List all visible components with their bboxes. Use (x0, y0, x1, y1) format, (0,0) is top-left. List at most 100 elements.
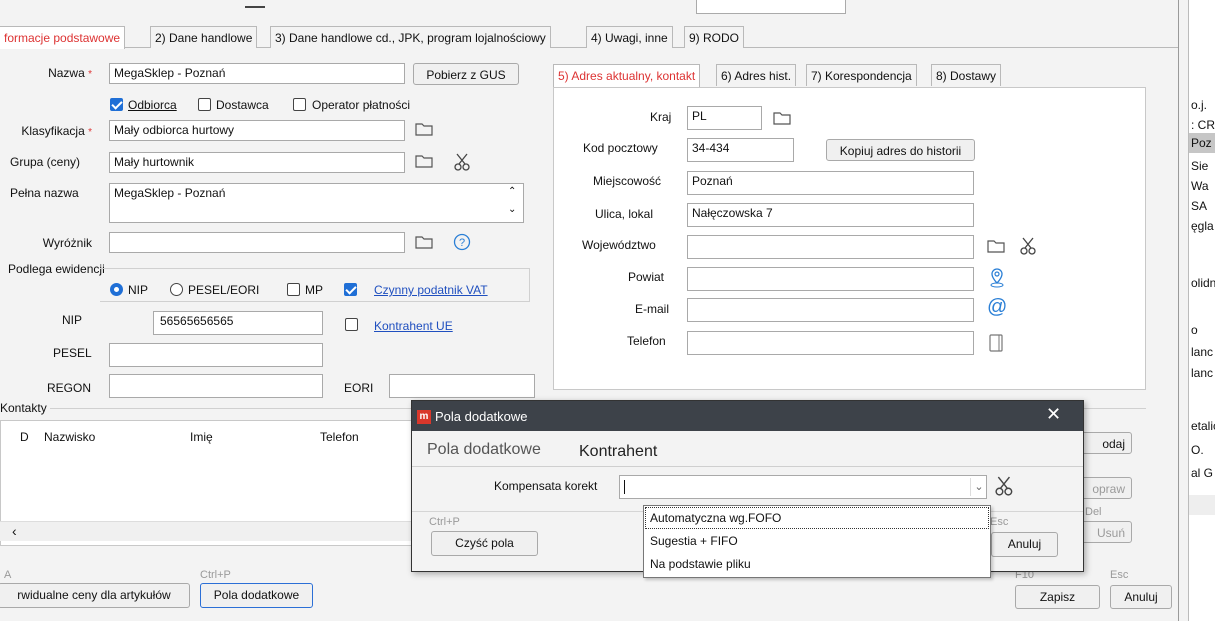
pesel-eori-radio[interactable] (170, 283, 183, 296)
chevron-down-icon[interactable]: ⌄ (970, 478, 987, 496)
right-list-item: etalic (1191, 419, 1215, 433)
kod-pocztowy-field[interactable]: 34-434 (687, 138, 794, 162)
kopiuj-adres-button[interactable]: Kopiuj adres do historii (826, 139, 975, 161)
kontakty-hscroll[interactable] (0, 521, 430, 541)
option-na-podstawie-pliku[interactable]: Na podstawie pliku (645, 554, 989, 576)
top-remnant-line (245, 6, 265, 8)
col-telefon: Telefon (320, 430, 359, 444)
mp-checkbox[interactable] (287, 283, 300, 296)
pobierz-z-gus-button[interactable]: Pobierz z GUS (413, 63, 519, 85)
regon-field[interactable] (109, 374, 323, 398)
tab-dane-handlowe-cd[interactable]: 3) Dane handlowe cd., JPK, program lojal… (270, 26, 551, 48)
at-icon[interactable]: @ (987, 296, 1007, 319)
czynny-vat-link[interactable]: Czynny podatnik VAT (374, 283, 488, 297)
pelna-nazwa-label: Pełna nazwa (10, 186, 79, 200)
miejscowosc-label: Miejscowość (593, 174, 662, 188)
folder-icon[interactable] (415, 234, 433, 250)
zapisz-button[interactable]: Zapisz (1015, 585, 1100, 609)
tab-dostawy[interactable]: 8) Dostawy (931, 64, 1002, 86)
kompensata-label: Kompensata korekt (494, 479, 598, 493)
right-list-item: SA (1191, 199, 1208, 213)
scissors-icon[interactable] (454, 153, 472, 171)
right-list-item: olidn (1191, 276, 1215, 290)
indywidualne-ceny-button[interactable]: rwidualne ceny dla artykułów (0, 583, 190, 608)
kraj-label: Kraj (650, 110, 672, 124)
right-list-item-selected: Poz (1189, 133, 1215, 153)
scissors-icon[interactable] (1020, 237, 1038, 255)
czysc-pola-button[interactable]: Czyść pola (431, 531, 538, 556)
folder-icon[interactable] (987, 238, 1005, 254)
col-nazwisko: Nazwisko (44, 430, 96, 444)
pelna-nazwa-scroll-down[interactable]: ⌄ (508, 204, 516, 215)
kod-pocztowy-label: Kod pocztowy (583, 141, 658, 155)
email-field[interactable] (687, 298, 974, 322)
kontrahent-ue-link[interactable]: Kontrahent UE (374, 319, 453, 333)
operator-checkbox[interactable] (293, 98, 306, 111)
grupa-field[interactable]: Mały hurtownik (109, 152, 405, 173)
dialog-heading-entity: Kontrahent (579, 443, 658, 460)
czynny-vat-checkbox[interactable] (344, 283, 357, 296)
kompensata-select[interactable]: ⌄ (619, 475, 987, 499)
tab-uwagi-inne[interactable]: 4) Uwagi, inne (586, 26, 673, 48)
col-imie: Imię (190, 430, 213, 444)
telefon-field[interactable] (687, 331, 974, 355)
eori-field[interactable] (389, 374, 535, 398)
dialog-anuluj-button[interactable]: Anuluj (991, 532, 1058, 557)
pelna-nazwa-scroll-up[interactable]: ⌃ (508, 186, 516, 197)
anuluj-button[interactable]: Anuluj (1110, 585, 1172, 609)
ulica-lokal-field[interactable]: Nałęczowska 7 (687, 203, 974, 227)
kontrahent-ue-checkbox[interactable] (345, 318, 358, 331)
tab-korespondencja[interactable]: 7) Korespondencja (806, 64, 917, 86)
chevron-left-icon[interactable]: ‹ (12, 523, 17, 539)
kraj-field[interactable]: PL (687, 106, 762, 130)
powiat-field[interactable] (687, 267, 974, 291)
wojewodztwo-field[interactable] (687, 235, 974, 259)
nip-radio-label: NIP (128, 283, 149, 297)
tab-rodo[interactable]: 9) RODO (684, 26, 745, 48)
dialog-heading-section: Pola dodatkowe (427, 441, 541, 458)
dostawca-checkbox[interactable] (198, 98, 211, 111)
pelna-nazwa-field[interactable]: MegaSklep - Poznań (109, 183, 524, 223)
shortcut-a: A (4, 569, 12, 581)
right-list-item: O. (1191, 443, 1204, 457)
klasyfikacja-field[interactable]: Mały odbiorca hurtowy (109, 120, 405, 141)
nazwa-label: Nazwa * (48, 66, 92, 80)
miejscowosc-field[interactable]: Poznań (687, 171, 974, 195)
right-list-item: lanc (1191, 345, 1214, 359)
phone-icon[interactable] (989, 334, 1003, 352)
grupa-label: Grupa (ceny) (10, 155, 81, 169)
right-list-item: o.j. (1191, 98, 1208, 112)
klasyfikacja-label: Klasyfikacja * (21, 124, 92, 138)
tab-dane-handlowe[interactable]: 2) Dane handlowe (150, 26, 258, 48)
folder-icon[interactable] (415, 121, 433, 137)
kontakty-label: Kontakty (0, 401, 47, 415)
help-icon[interactable]: ? (453, 233, 471, 251)
wyroznik-field[interactable] (109, 232, 405, 253)
pola-dodatkowe-button[interactable]: Pola dodatkowe (200, 583, 313, 608)
dialog-ctrlp-shortcut: Ctrl+P (429, 516, 460, 528)
eori-label: EORI (344, 381, 374, 395)
text-cursor (624, 480, 625, 494)
odbiorca-checkbox[interactable] (110, 98, 123, 111)
tab-informacje-podstawowe[interactable]: formacje podstawowe (0, 26, 126, 49)
nazwa-field[interactable]: MegaSklep - Poznań (109, 63, 405, 84)
tab-adres-aktualny[interactable]: 5) Adres aktualny, kontakt (553, 64, 701, 87)
map-pin-icon[interactable] (989, 268, 1005, 288)
right-list-item: al G (1191, 466, 1214, 480)
pesel-eori-radio-label: PESEL/EORI (188, 283, 260, 297)
right-list-item: Sie (1191, 159, 1209, 173)
dialog-title: Pola dodatkowe (435, 409, 528, 424)
option-automatyczna[interactable]: Automatyczna wg.FOFO (645, 507, 989, 529)
operator-label: Operator płatności (312, 98, 411, 112)
mp-label: MP (305, 283, 323, 297)
scissors-icon[interactable] (995, 476, 1015, 496)
close-icon[interactable]: ✕ (1046, 404, 1061, 425)
nip-radio[interactable] (110, 283, 123, 296)
right-list-item: Wa (1191, 179, 1209, 193)
folder-icon[interactable] (415, 153, 433, 169)
nip-field[interactable]: 56565656565 (153, 311, 323, 335)
folder-icon[interactable] (773, 110, 791, 126)
pesel-field[interactable] (109, 343, 323, 367)
option-sugestia-fifo[interactable]: Sugestia + FIFO (645, 531, 989, 553)
tab-adres-hist[interactable]: 6) Adres hist. (716, 64, 797, 86)
